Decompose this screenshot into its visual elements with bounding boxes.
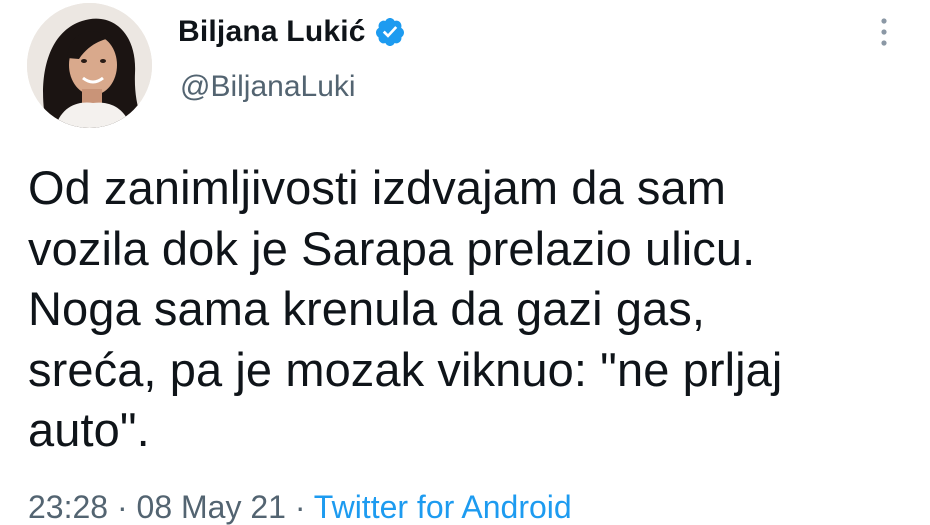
tweet-meta: 23:28 · 08 May 21 · Twitter for Android [28,489,572,525]
tweet-source-link[interactable]: Twitter for Android [314,489,572,525]
verified-badge-icon [375,18,404,46]
tweet-time[interactable]: 23:28 [28,489,108,525]
profile-photo-icon [27,3,152,128]
author-name-row: Biljana Lukić [178,12,406,52]
more-options-icon[interactable] [876,16,892,48]
avatar[interactable] [27,3,152,128]
author-handle[interactable]: @BiljanaLuki [180,70,356,104]
meta-separator: · [285,489,314,525]
author-display-name[interactable]: Biljana Lukić [178,15,366,49]
tweet-date[interactable]: 08 May 21 [137,489,286,525]
meta-separator: · [108,489,137,525]
tweet-card: Biljana Lukić @BiljanaLuki Od zanimljivo… [0,0,930,525]
tweet-text: Od zanimljivosti izdvajam da sam vozila … [28,161,783,456]
